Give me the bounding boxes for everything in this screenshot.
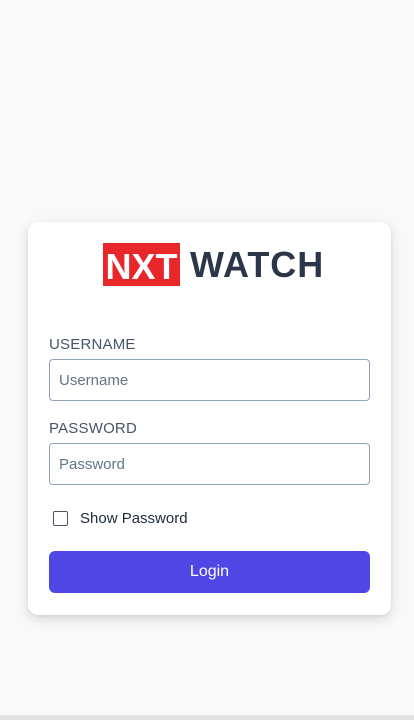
password-input[interactable] <box>49 443 370 485</box>
logo-watch-text: WATCH <box>190 244 325 285</box>
show-password-checkbox[interactable] <box>53 511 68 526</box>
password-label: PASSWORD <box>49 420 137 437</box>
login-button[interactable]: Login <box>49 551 370 593</box>
login-card: NXT WATCH USERNAME PASSWORD Show Passwor… <box>28 222 391 615</box>
logo-nxt-box: NXT <box>103 243 180 287</box>
show-password-row[interactable]: Show Password <box>53 510 188 527</box>
bottom-divider <box>0 715 414 720</box>
username-input[interactable] <box>49 359 370 401</box>
username-label: USERNAME <box>49 336 136 353</box>
nxt-watch-logo: NXT WATCH <box>103 243 325 287</box>
show-password-label[interactable]: Show Password <box>80 510 188 527</box>
